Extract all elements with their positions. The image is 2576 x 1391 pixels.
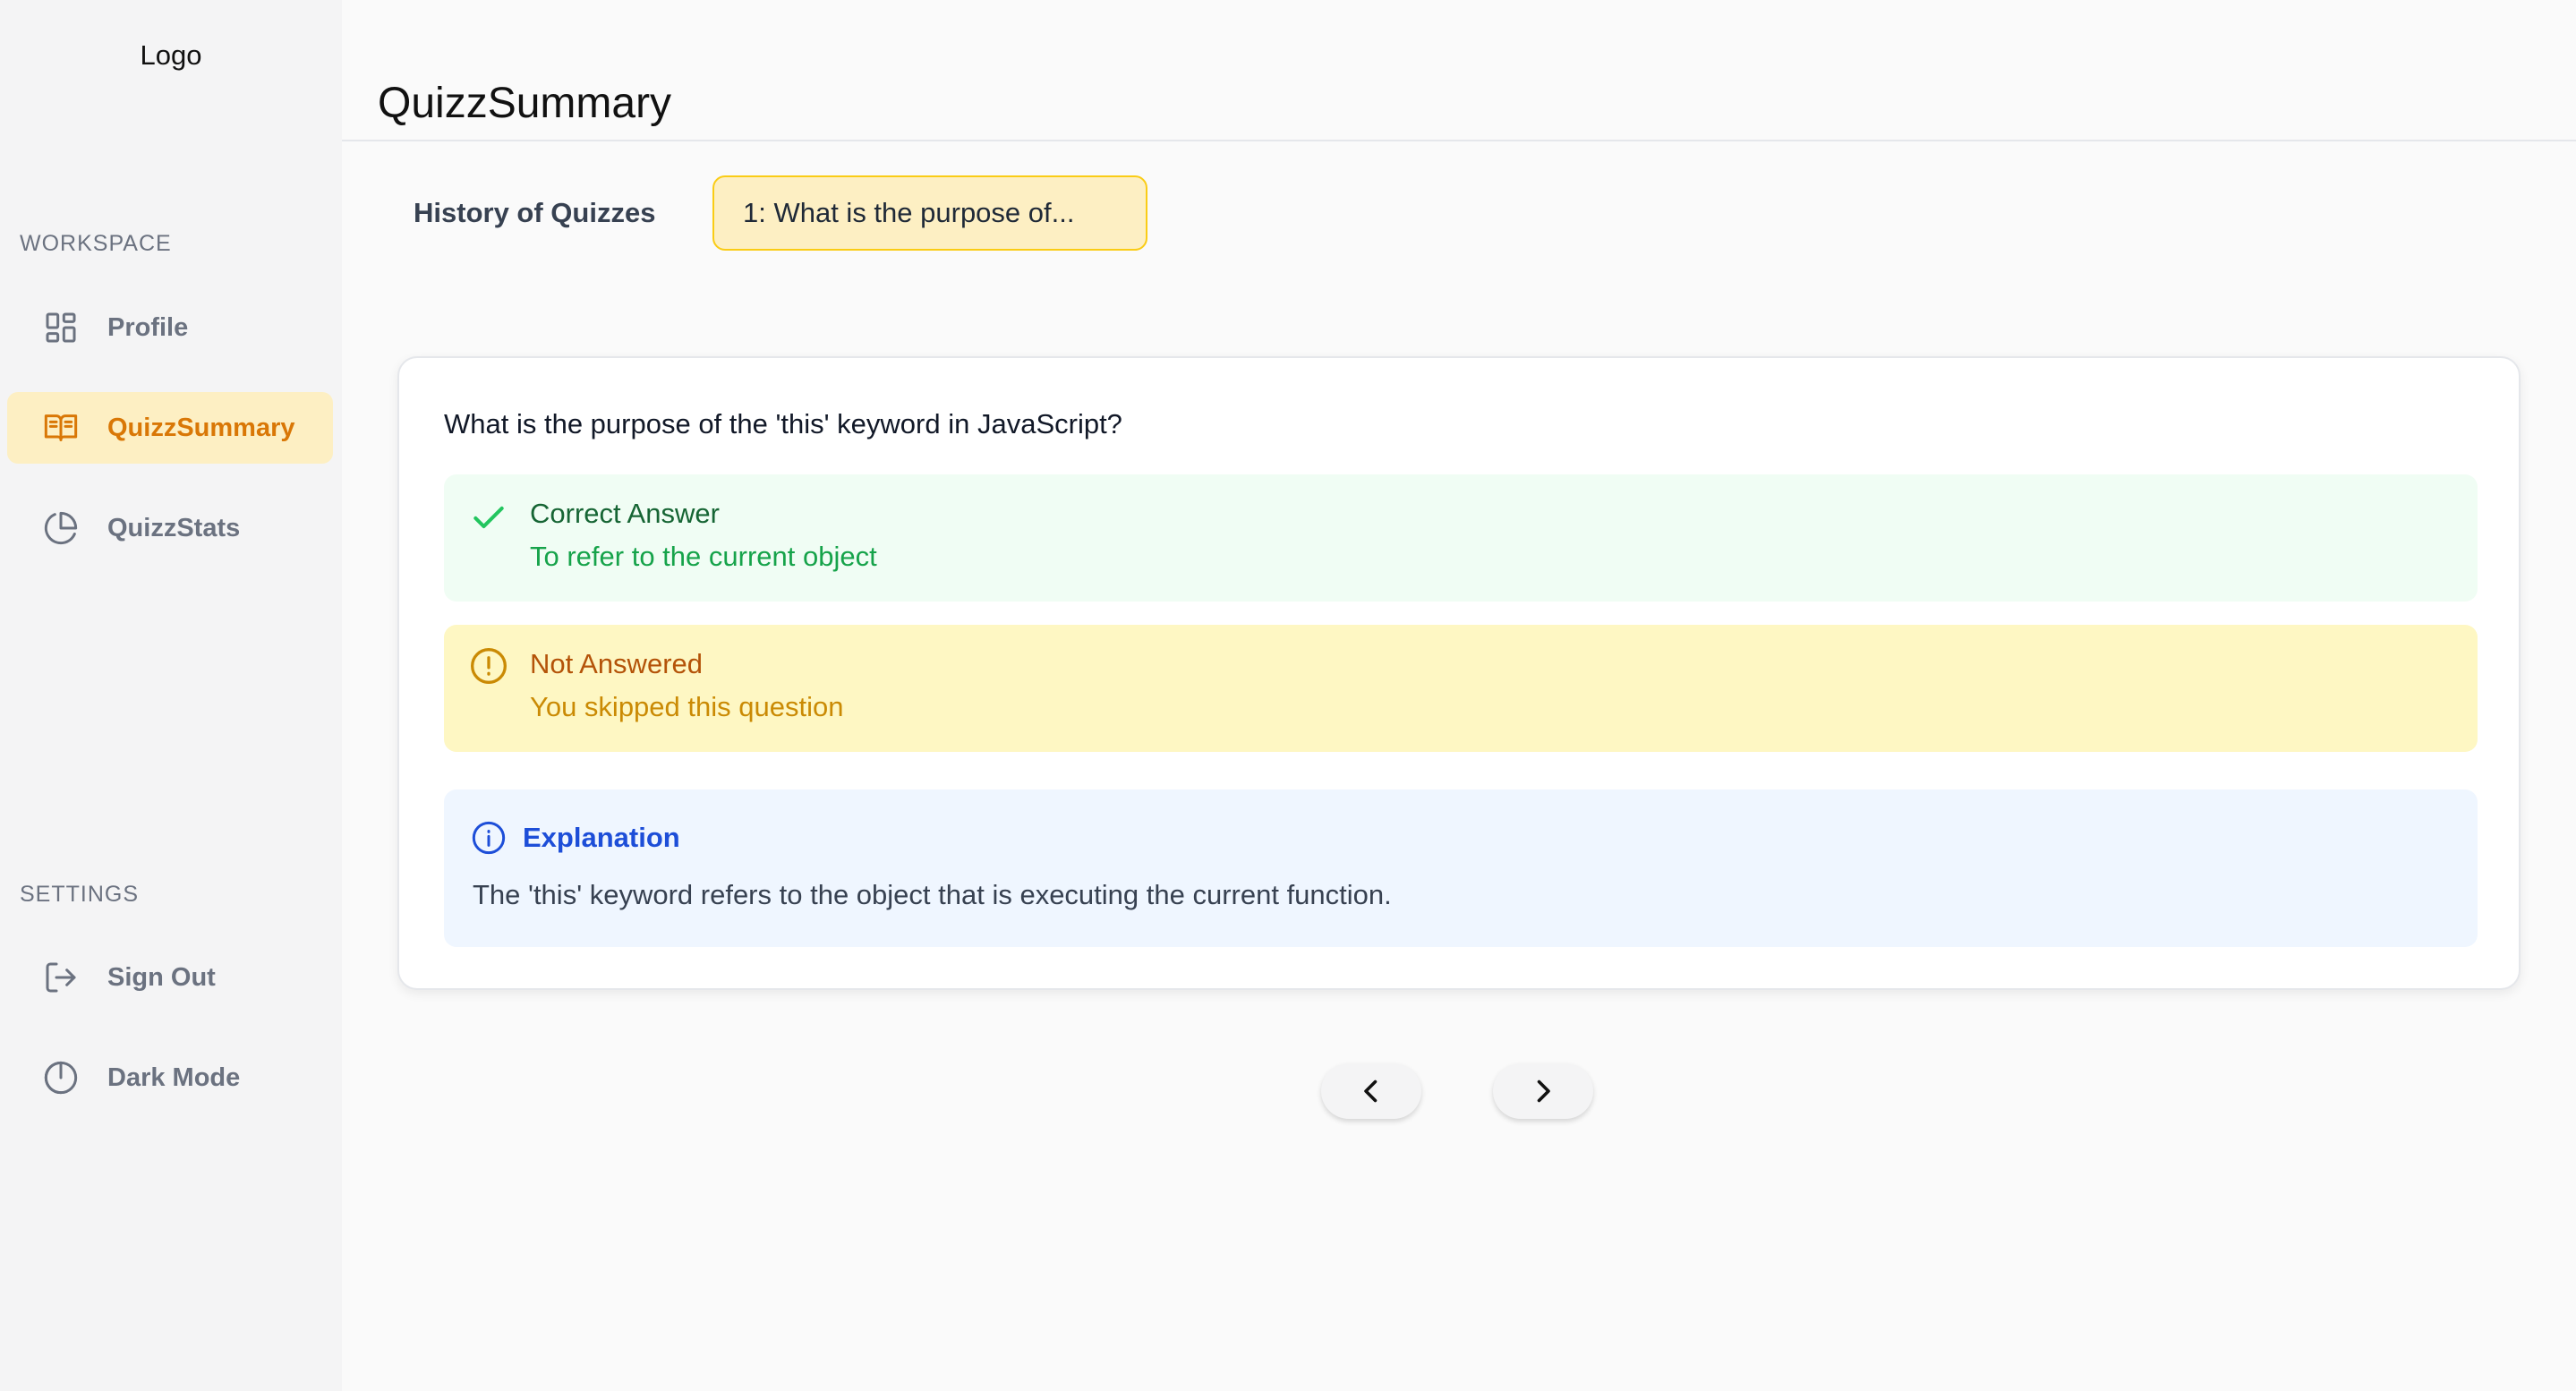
check-icon bbox=[469, 498, 508, 537]
sidebar-item-profile[interactable]: Profile bbox=[7, 292, 333, 363]
workspace-section-title: WORKSPACE bbox=[20, 231, 172, 256]
sidebar-item-label: QuizzStats bbox=[107, 513, 241, 542]
info-icon bbox=[471, 820, 507, 856]
main-content: QuizzSummary History of Quizzes 1: What … bbox=[342, 0, 2576, 1391]
sidebar-item-quizzsummary[interactable]: QuizzSummary bbox=[7, 392, 333, 464]
sidebar: Logo WORKSPACE Profile QuizzSummary Quiz… bbox=[0, 0, 342, 1391]
user-answer-title: Not Answered bbox=[530, 648, 703, 679]
previous-question-button[interactable] bbox=[1321, 1063, 1421, 1119]
dark-mode-toggle[interactable]: Dark Mode bbox=[7, 1042, 333, 1114]
explanation-panel: Explanation The 'this' keyword refers to… bbox=[444, 789, 2478, 947]
page-header: QuizzSummary bbox=[342, 0, 2576, 141]
question-card: What is the purpose of the 'this' keywor… bbox=[397, 356, 2521, 990]
history-label: History of Quizzes bbox=[414, 197, 656, 228]
quiz-history-select[interactable]: 1: What is the purpose of... bbox=[712, 175, 1147, 251]
correct-answer-panel: Correct Answer To refer to the current o… bbox=[444, 474, 2478, 602]
sign-out-label: Sign Out bbox=[107, 962, 216, 992]
alert-circle-icon bbox=[469, 646, 508, 686]
user-answer-panel: Not Answered You skipped this question bbox=[444, 625, 2478, 752]
correct-answer-title: Correct Answer bbox=[530, 498, 720, 529]
sign-out-button[interactable]: Sign Out bbox=[7, 942, 333, 1013]
book-open-icon bbox=[43, 410, 79, 446]
logo[interactable]: Logo bbox=[0, 39, 342, 72]
quiz-history-selected: 1: What is the purpose of... bbox=[743, 197, 1075, 228]
correct-answer-text: To refer to the current object bbox=[530, 541, 877, 572]
explanation-title: Explanation bbox=[523, 822, 680, 853]
layout-grid-icon bbox=[43, 310, 79, 346]
moon-icon bbox=[43, 1060, 79, 1096]
page-title: QuizzSummary bbox=[378, 80, 672, 127]
sidebar-item-quizzstats[interactable]: QuizzStats bbox=[7, 492, 333, 564]
next-question-button[interactable] bbox=[1493, 1063, 1593, 1119]
log-out-icon bbox=[43, 960, 79, 995]
chevron-right-icon bbox=[1527, 1075, 1559, 1107]
chevron-left-icon bbox=[1355, 1075, 1387, 1107]
question-text: What is the purpose of the 'this' keywor… bbox=[444, 408, 1122, 439]
dark-mode-label: Dark Mode bbox=[107, 1062, 241, 1092]
pie-chart-icon bbox=[43, 510, 79, 546]
user-answer-text: You skipped this question bbox=[530, 691, 844, 722]
explanation-text: The 'this' keyword refers to the object … bbox=[473, 879, 1392, 910]
sidebar-item-label: Profile bbox=[107, 312, 189, 342]
sidebar-item-label: QuizzSummary bbox=[107, 413, 295, 442]
settings-section-title: SETTINGS bbox=[20, 882, 140, 907]
